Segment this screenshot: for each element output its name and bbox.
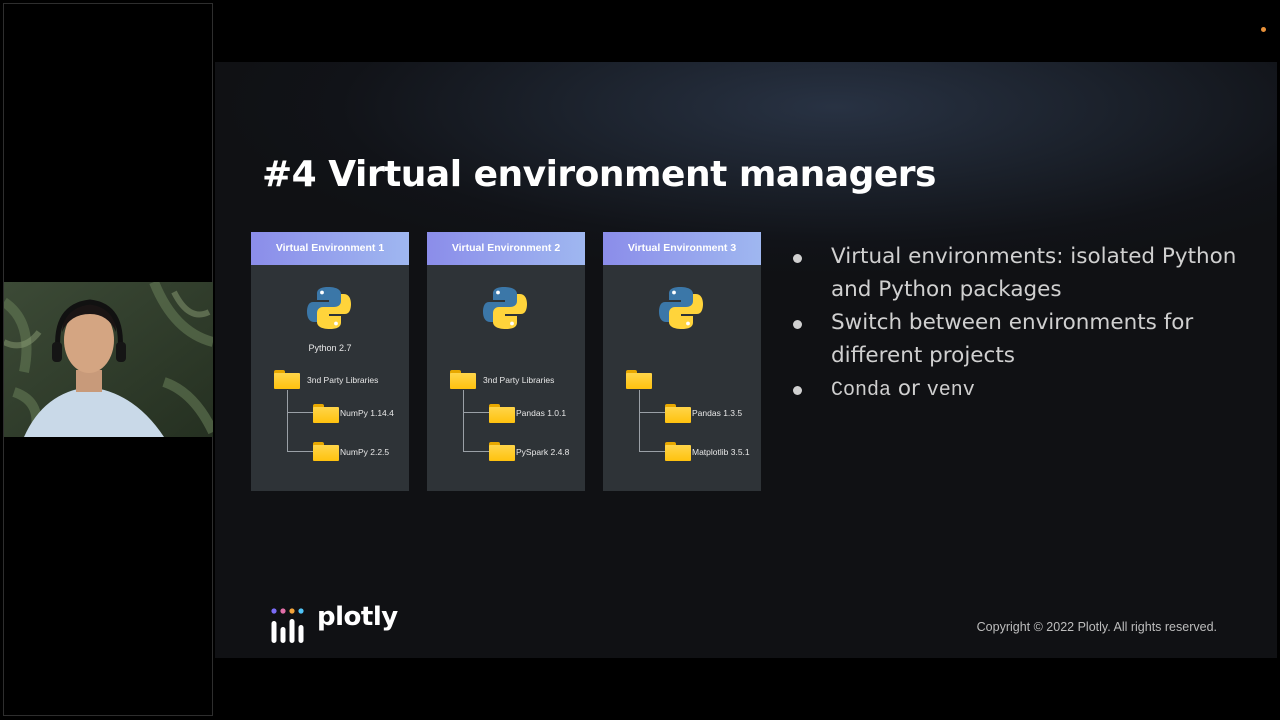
presentation-slide: #4 Virtual environment managers Virtual … [215,62,1277,658]
env-card-header: Virtual Environment 2 [427,232,585,265]
conda-code: Conda [831,379,892,402]
bullet-list: Virtual environments: isolated Python an… [791,240,1241,407]
folder-icon [313,404,339,423]
plotly-wordmark: plotly [317,602,398,632]
folder-icon [274,370,300,389]
python-logo-icon [483,287,527,329]
webcam-video [4,282,213,437]
package-folder-label: NumPy 2.2.5 [340,447,390,457]
package-folder-label: Matplotlib 3.5.1 [692,447,750,457]
bullet-item: Switch between environments for differen… [791,306,1241,372]
python-logo-icon [307,287,351,329]
person-video-feed [4,282,213,437]
virtual-environment-card-3: Virtual Environment 3 Pandas 1.3.5 Matpl… [603,232,761,491]
bullet-item: Conda or venv [791,372,1241,407]
recording-indicator-dot [1261,27,1266,32]
plotly-logo-icon [271,608,304,643]
slide-title: #4 Virtual environment managers [262,154,936,195]
bullet-item: Virtual environments: isolated Python an… [791,240,1241,306]
folder-icon [489,404,515,423]
copyright-notice: Copyright © 2022 Plotly. All rights rese… [976,620,1217,634]
folder-icon [489,442,515,461]
package-folder-label: NumPy 1.14.4 [340,408,394,418]
env-card-header: Virtual Environment 3 [603,232,761,265]
folder-icon [626,370,652,389]
virtual-environment-card-1: Virtual Environment 1 Python 2.7 3nd Par… [251,232,409,491]
package-folder-label: Pandas 1.3.5 [692,408,743,418]
folder-icon [450,370,476,389]
folder-icon [665,442,691,461]
python-logo-icon [659,287,703,329]
folder-icon [313,442,339,461]
python-version-label: Python 2.7 [308,343,352,353]
virtual-environment-card-2: Virtual Environment 2 3nd Party Librarie… [427,232,585,491]
root-folder-label: 3nd Party Libraries [307,375,379,385]
venv-code: venv [926,379,975,402]
package-folder-label: PySpark 2.4.8 [516,447,570,457]
root-folder-label: 3nd Party Libraries [483,375,555,385]
env-card-header: Virtual Environment 1 [251,232,409,265]
package-folder-label: Pandas 1.0.1 [516,408,567,418]
folder-icon [665,404,691,423]
